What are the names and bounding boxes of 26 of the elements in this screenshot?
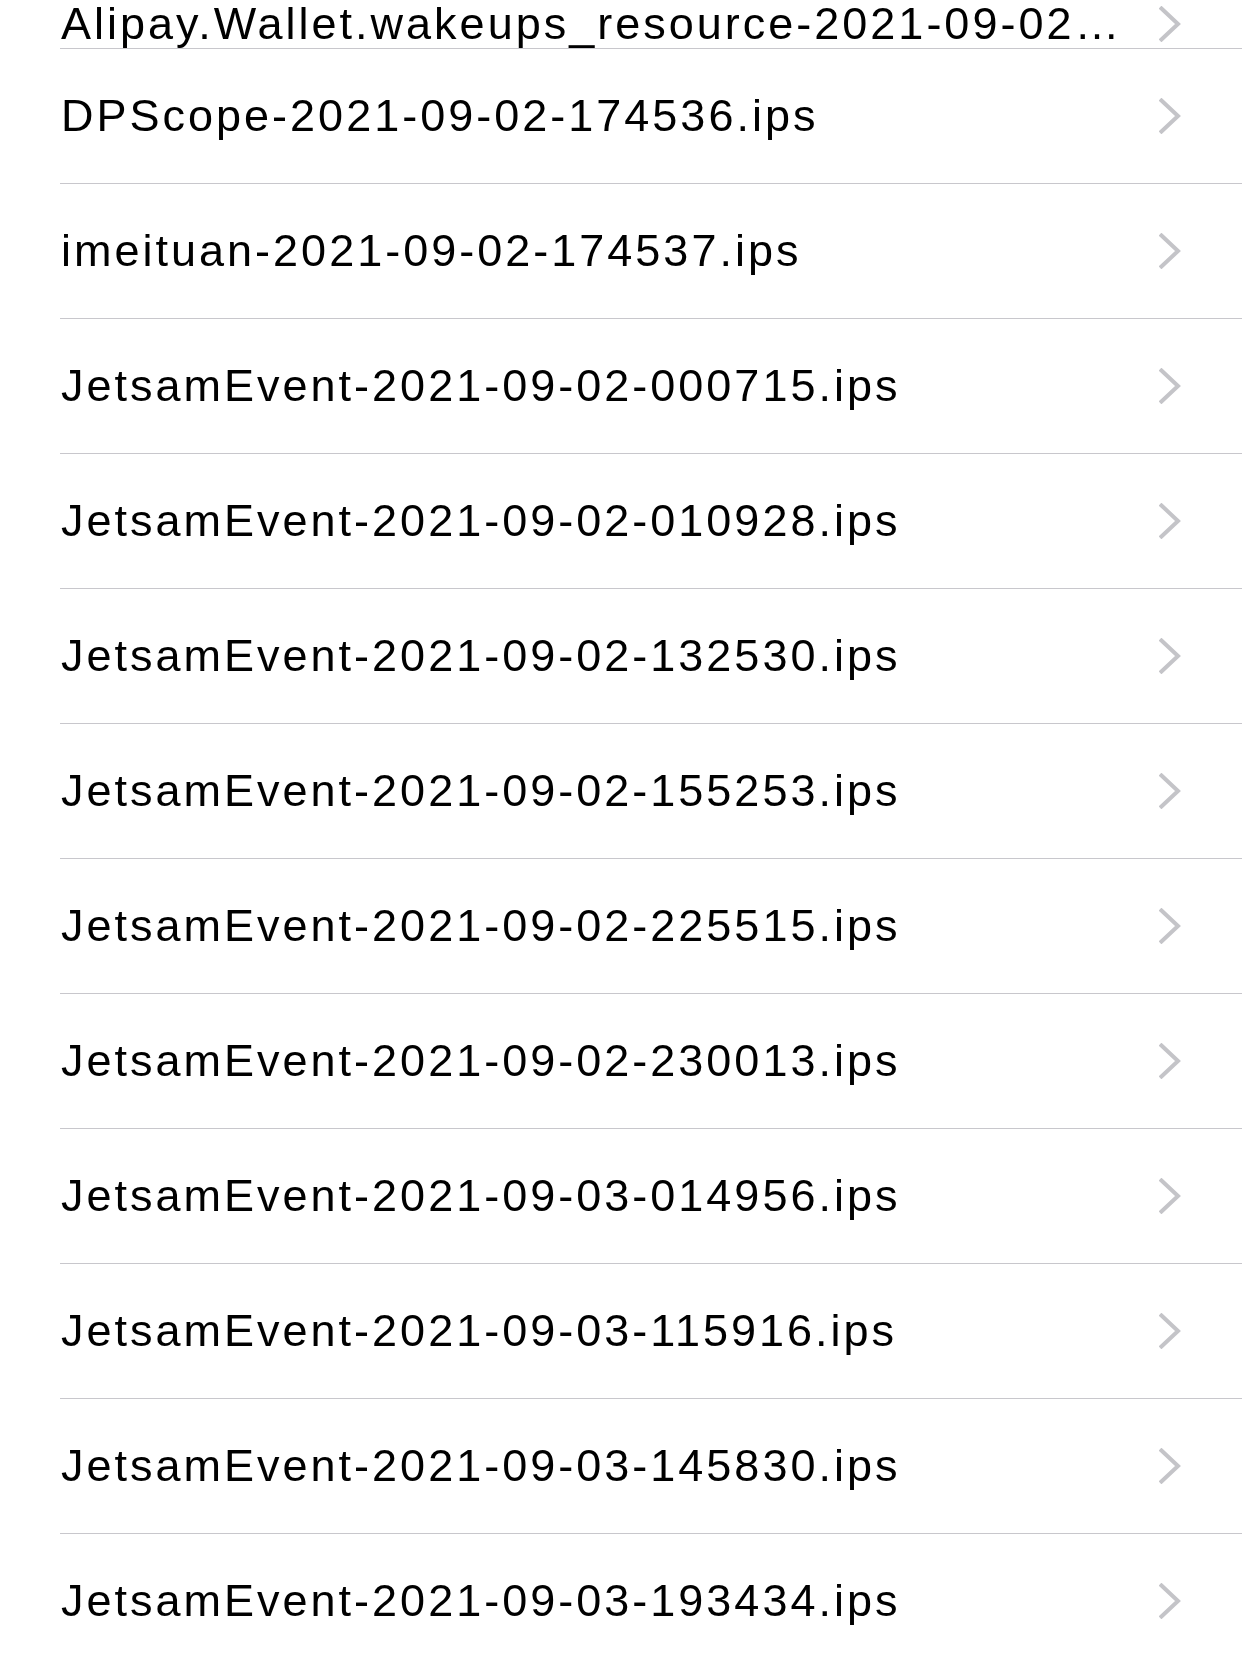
file-list-item[interactable]: Alipay.Wallet.wakeups_resource-2021-09-02… xyxy=(60,0,1242,49)
chevron-icon xyxy=(1159,1313,1181,1349)
file-list-item[interactable]: JetsamEvent-2021-09-03-115916.ips xyxy=(60,1264,1242,1399)
chevron-icon xyxy=(1159,1583,1181,1619)
chevron-icon xyxy=(1159,1448,1181,1484)
file-list-item[interactable]: JetsamEvent-2021-09-03-145830.ips xyxy=(60,1399,1242,1534)
file-list-item[interactable]: DPScope-2021-09-02-174536.ips xyxy=(60,49,1242,184)
file-list-item[interactable]: JetsamEvent-2021-09-02-230013.ips xyxy=(60,994,1242,1129)
file-list-item[interactable]: JetsamEvent-2021-09-02-010928.ips xyxy=(60,454,1242,589)
file-list-item[interactable]: JetsamEvent-2021-09-03-014956.ips xyxy=(60,1129,1242,1264)
file-list-item[interactable]: JetsamEvent-2021-09-02-000715.ips xyxy=(60,319,1242,454)
chevron-icon xyxy=(1159,773,1181,809)
chevron-icon xyxy=(1159,503,1181,539)
chevron-icon xyxy=(1159,98,1181,134)
chevron-icon xyxy=(1159,638,1181,674)
chevron-icon xyxy=(1159,1178,1181,1214)
file-list-item[interactable]: JetsamEvent-2021-09-02-132530.ips xyxy=(60,589,1242,724)
chevron-icon xyxy=(1159,368,1181,404)
file-list-item[interactable]: JetsamEvent-2021-09-02-225515.ips xyxy=(60,859,1242,994)
file-list-item[interactable]: JetsamEvent-2021-09-03-193434.ips xyxy=(60,1534,1242,1656)
chevron-icon xyxy=(1159,908,1181,944)
chevron-icon xyxy=(1159,6,1181,42)
file-list-item[interactable]: JetsamEvent-2021-09-02-155253.ips xyxy=(60,724,1242,859)
chevron-icon xyxy=(1159,1043,1181,1079)
file-list-item[interactable]: imeituan-2021-09-02-174537.ips xyxy=(60,184,1242,319)
chevron-icon xyxy=(1159,233,1181,269)
